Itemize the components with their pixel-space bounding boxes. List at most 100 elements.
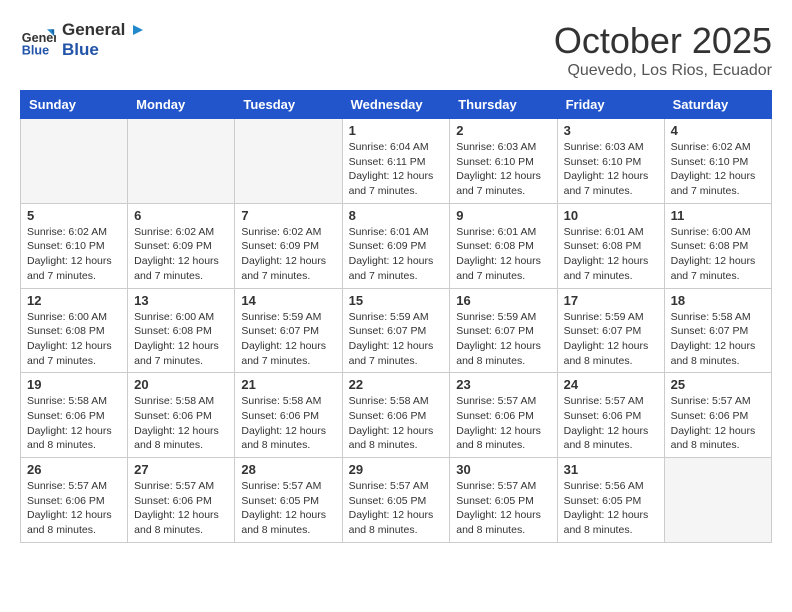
day-number: 24 — [564, 377, 658, 392]
calendar-table: SundayMondayTuesdayWednesdayThursdayFrid… — [20, 90, 772, 543]
calendar-day-cell: 11 Sunrise: 6:00 AM Sunset: 6:08 PM Dayli… — [664, 203, 771, 288]
day-info: Sunrise: 5:56 AM Sunset: 6:05 PM Dayligh… — [564, 479, 658, 538]
day-number: 15 — [349, 293, 444, 308]
day-number: 22 — [349, 377, 444, 392]
calendar-day-cell: 20 Sunrise: 5:58 AM Sunset: 6:06 PM Dayli… — [128, 373, 235, 458]
calendar-day-cell: 29 Sunrise: 5:57 AM Sunset: 6:05 PM Dayli… — [342, 458, 450, 543]
calendar-day-cell: 1 Sunrise: 6:04 AM Sunset: 6:11 PM Daylig… — [342, 119, 450, 204]
day-number: 16 — [456, 293, 550, 308]
calendar-day-cell: 18 Sunrise: 5:58 AM Sunset: 6:07 PM Dayli… — [664, 288, 771, 373]
day-number: 12 — [27, 293, 121, 308]
calendar-day-cell: 17Sunrise: 5:59 AM Sunset: 6:07 PM Dayli… — [557, 288, 664, 373]
day-number: 29 — [349, 462, 444, 477]
calendar-header-monday: Monday — [128, 91, 235, 119]
day-number: 11 — [671, 208, 765, 223]
calendar-day-cell: 15 Sunrise: 5:59 AM Sunset: 6:07 PM Dayli… — [342, 288, 450, 373]
day-number: 19 — [27, 377, 121, 392]
day-number: 8 — [349, 208, 444, 223]
calendar-day-cell: 6 Sunrise: 6:02 AM Sunset: 6:09 PM Daylig… — [128, 203, 235, 288]
calendar-header-thursday: Thursday — [450, 91, 557, 119]
day-info: Sunrise: 5:59 AM Sunset: 6:07 PM Dayligh… — [241, 310, 335, 369]
calendar-day-cell: 28 Sunrise: 5:57 AM Sunset: 6:05 PM Dayli… — [235, 458, 342, 543]
title-area: October 2025 Quevedo, Los Rios, Ecuador — [554, 20, 772, 80]
day-number: 28 — [241, 462, 335, 477]
svg-text:Blue: Blue — [22, 43, 49, 57]
calendar-week-row: 5 Sunrise: 6:02 AM Sunset: 6:10 PM Daylig… — [21, 203, 772, 288]
calendar-day-cell: 25 Sunrise: 5:57 AM Sunset: 6:06 PM Dayli… — [664, 373, 771, 458]
calendar-day-cell: 2 Sunrise: 6:03 AM Sunset: 6:10 PM Daylig… — [450, 119, 557, 204]
logo: General Blue General Blue — [20, 20, 147, 60]
calendar-day-cell: 26Sunrise: 5:57 AM Sunset: 6:06 PM Dayli… — [21, 458, 128, 543]
logo-icon: General Blue — [20, 22, 56, 58]
day-number: 14 — [241, 293, 335, 308]
calendar-week-row: 12 Sunrise: 6:00 AM Sunset: 6:08 PM Dayli… — [21, 288, 772, 373]
day-info: Sunrise: 5:57 AM Sunset: 6:06 PM Dayligh… — [27, 479, 121, 538]
day-number: 20 — [134, 377, 228, 392]
day-number: 2 — [456, 123, 550, 138]
calendar-day-cell: 9Sunrise: 6:01 AM Sunset: 6:08 PM Daylig… — [450, 203, 557, 288]
calendar-day-cell: 7Sunrise: 6:02 AM Sunset: 6:09 PM Daylig… — [235, 203, 342, 288]
day-info: Sunrise: 6:00 AM Sunset: 6:08 PM Dayligh… — [27, 310, 121, 369]
day-number: 30 — [456, 462, 550, 477]
day-number: 13 — [134, 293, 228, 308]
calendar-day-cell: 19 Sunrise: 5:58 AM Sunset: 6:06 PM Dayli… — [21, 373, 128, 458]
calendar-day-cell: 24 Sunrise: 5:57 AM Sunset: 6:06 PM Dayli… — [557, 373, 664, 458]
calendar-day-cell: 3 Sunrise: 6:03 AM Sunset: 6:10 PM Daylig… — [557, 119, 664, 204]
header: General Blue General Blue October 2025 Q… — [20, 20, 772, 80]
calendar-week-row: 26Sunrise: 5:57 AM Sunset: 6:06 PM Dayli… — [21, 458, 772, 543]
day-info: Sunrise: 5:57 AM Sunset: 6:05 PM Dayligh… — [456, 479, 550, 538]
day-info: Sunrise: 5:58 AM Sunset: 6:06 PM Dayligh… — [27, 394, 121, 453]
calendar-day-cell — [235, 119, 342, 204]
day-info: Sunrise: 6:02 AM Sunset: 6:10 PM Dayligh… — [671, 140, 765, 199]
calendar-week-row: 1 Sunrise: 6:04 AM Sunset: 6:11 PM Daylig… — [21, 119, 772, 204]
day-info: Sunrise: 6:01 AM Sunset: 6:08 PM Dayligh… — [456, 225, 550, 284]
logo-general: General — [62, 20, 125, 40]
day-info: Sunrise: 5:57 AM Sunset: 6:06 PM Dayligh… — [456, 394, 550, 453]
calendar-week-row: 19 Sunrise: 5:58 AM Sunset: 6:06 PM Dayli… — [21, 373, 772, 458]
day-number: 31 — [564, 462, 658, 477]
day-info: Sunrise: 6:02 AM Sunset: 6:10 PM Dayligh… — [27, 225, 121, 284]
calendar-day-cell: 12 Sunrise: 6:00 AM Sunset: 6:08 PM Dayli… — [21, 288, 128, 373]
calendar-day-cell — [21, 119, 128, 204]
calendar-day-cell: 30 Sunrise: 5:57 AM Sunset: 6:05 PM Dayli… — [450, 458, 557, 543]
day-number: 7 — [241, 208, 335, 223]
calendar-day-cell: 10 Sunrise: 6:01 AM Sunset: 6:08 PM Dayli… — [557, 203, 664, 288]
day-info: Sunrise: 6:02 AM Sunset: 6:09 PM Dayligh… — [134, 225, 228, 284]
day-info: Sunrise: 5:58 AM Sunset: 6:07 PM Dayligh… — [671, 310, 765, 369]
day-number: 27 — [134, 462, 228, 477]
calendar-day-cell: 23Sunrise: 5:57 AM Sunset: 6:06 PM Dayli… — [450, 373, 557, 458]
calendar-day-cell: 14 Sunrise: 5:59 AM Sunset: 6:07 PM Dayli… — [235, 288, 342, 373]
day-number: 5 — [27, 208, 121, 223]
day-info: Sunrise: 5:57 AM Sunset: 6:05 PM Dayligh… — [241, 479, 335, 538]
day-number: 3 — [564, 123, 658, 138]
day-info: Sunrise: 6:03 AM Sunset: 6:10 PM Dayligh… — [456, 140, 550, 199]
day-number: 21 — [241, 377, 335, 392]
day-number: 18 — [671, 293, 765, 308]
day-info: Sunrise: 5:59 AM Sunset: 6:07 PM Dayligh… — [564, 310, 658, 369]
calendar-header-saturday: Saturday — [664, 91, 771, 119]
day-info: Sunrise: 5:58 AM Sunset: 6:06 PM Dayligh… — [134, 394, 228, 453]
day-info: Sunrise: 6:00 AM Sunset: 6:08 PM Dayligh… — [671, 225, 765, 284]
calendar-day-cell: 16 Sunrise: 5:59 AM Sunset: 6:07 PM Dayli… — [450, 288, 557, 373]
day-info: Sunrise: 5:57 AM Sunset: 6:05 PM Dayligh… — [349, 479, 444, 538]
calendar-day-cell — [664, 458, 771, 543]
day-number: 10 — [564, 208, 658, 223]
day-info: Sunrise: 5:59 AM Sunset: 6:07 PM Dayligh… — [456, 310, 550, 369]
calendar-day-cell: 27 Sunrise: 5:57 AM Sunset: 6:06 PM Dayli… — [128, 458, 235, 543]
day-info: Sunrise: 6:03 AM Sunset: 6:10 PM Dayligh… — [564, 140, 658, 199]
day-info: Sunrise: 5:57 AM Sunset: 6:06 PM Dayligh… — [564, 394, 658, 453]
day-info: Sunrise: 6:00 AM Sunset: 6:08 PM Dayligh… — [134, 310, 228, 369]
day-number: 1 — [349, 123, 444, 138]
day-info: Sunrise: 5:57 AM Sunset: 6:06 PM Dayligh… — [134, 479, 228, 538]
day-info: Sunrise: 5:59 AM Sunset: 6:07 PM Dayligh… — [349, 310, 444, 369]
day-info: Sunrise: 6:04 AM Sunset: 6:11 PM Dayligh… — [349, 140, 444, 199]
calendar-header-row: SundayMondayTuesdayWednesdayThursdayFrid… — [21, 91, 772, 119]
day-number: 6 — [134, 208, 228, 223]
calendar-header-wednesday: Wednesday — [342, 91, 450, 119]
day-number: 25 — [671, 377, 765, 392]
calendar-day-cell: 31 Sunrise: 5:56 AM Sunset: 6:05 PM Dayli… — [557, 458, 664, 543]
day-number: 4 — [671, 123, 765, 138]
day-info: Sunrise: 5:57 AM Sunset: 6:06 PM Dayligh… — [671, 394, 765, 453]
calendar-day-cell: 4 Sunrise: 6:02 AM Sunset: 6:10 PM Daylig… — [664, 119, 771, 204]
day-info: Sunrise: 6:01 AM Sunset: 6:08 PM Dayligh… — [564, 225, 658, 284]
